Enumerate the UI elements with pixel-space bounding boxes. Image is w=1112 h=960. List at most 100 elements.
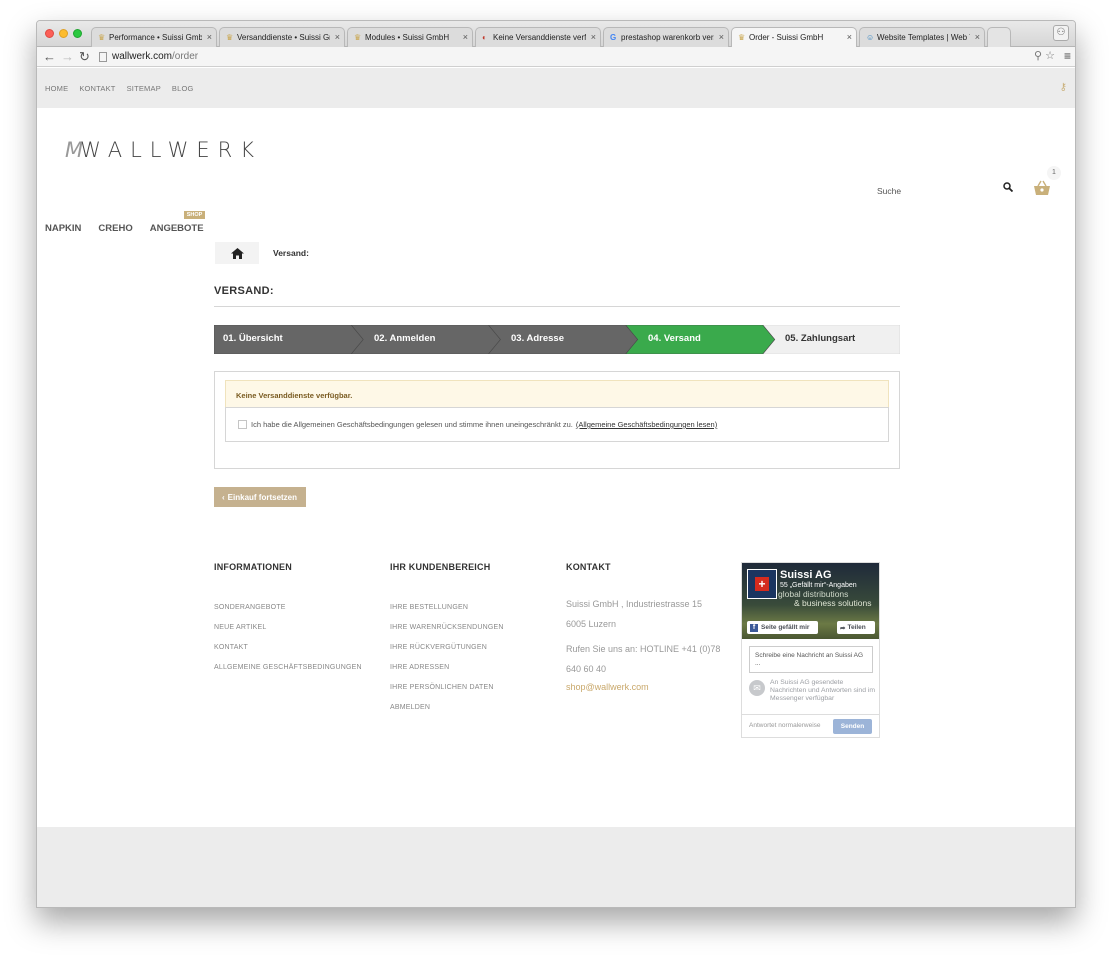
browser-tab[interactable]: ☺Website Templates | Web Templates× (859, 27, 985, 47)
footer-link[interactable]: IHRE RÜCKVERGÜTUNGEN (390, 638, 504, 658)
tab-close-icon[interactable]: × (975, 32, 980, 42)
close-window-button[interactable] (45, 29, 54, 38)
profile-icon[interactable]: ⚇ (1053, 25, 1069, 41)
tab-close-icon[interactable]: × (463, 32, 468, 42)
menu-icon[interactable]: ≡ (1064, 49, 1071, 63)
search-icon[interactable] (1003, 182, 1013, 192)
contact-address-line1: Suissi GmbH , Industriestrasse 15 (566, 599, 703, 609)
home-icon (230, 247, 244, 259)
facebook-send-button[interactable]: Senden (833, 719, 872, 734)
facebook-cover[interactable]: + Suissi AG 55 „Gefällt mir“-Angaben glo… (742, 563, 879, 639)
footer-link[interactable]: ALLGEMEINE GESCHÄFTSBEDINGUNGEN (214, 658, 362, 678)
page-title: VERSAND: (214, 285, 900, 307)
maximize-window-button[interactable] (73, 29, 82, 38)
url-host: wallwerk.com (112, 51, 173, 62)
breadcrumb-current: Versand: (273, 248, 309, 258)
reload-icon[interactable]: ↻ (79, 49, 90, 64)
contact-email-link[interactable]: shop@wallwerk.com (566, 682, 720, 692)
google-favicon-icon: G (610, 32, 617, 42)
site-favicon-icon: ♛ (738, 32, 746, 42)
site-logo[interactable]: MWALLWERK (65, 138, 262, 162)
cart-basket-icon[interactable] (1033, 180, 1051, 196)
facebook-like-label: Seite gefällt mir (761, 624, 810, 631)
site-favicon-icon: ♛ (98, 32, 106, 42)
footer-contact-title: KONTAKT (566, 562, 611, 572)
key-icon[interactable]: ⚷ (1060, 82, 1067, 93)
footer-account-title: IHR KUNDENBEREICH (390, 562, 491, 572)
topnav-home[interactable]: HOME (45, 84, 68, 93)
facebook-icon: f (750, 623, 758, 632)
footer-link[interactable]: NEUE ARTIKEL (214, 618, 362, 638)
browser-window: ♛ Performance • Suissi GmbH × ♛ Versanddien… (36, 20, 1076, 908)
top-navigation: HOME KONTAKT SITEMAP BLOG ⚷ (37, 68, 1075, 108)
web-page: HOME KONTAKT SITEMAP BLOG ⚷ MWALLWERK Su… (37, 68, 1075, 907)
facebook-reply-input[interactable]: Antwortet normalerweise (749, 722, 821, 729)
messenger-icon: ✉ (749, 680, 765, 696)
breadcrumb-home[interactable] (215, 242, 259, 264)
search-input[interactable]: Suche (877, 186, 901, 196)
facebook-reply-row: Antwortet normalerweise Senden (742, 714, 879, 738)
tab-close-icon[interactable]: × (719, 32, 724, 42)
facebook-like-button[interactable]: f Seite gefällt mir (747, 621, 818, 634)
browser-tab[interactable]: Gprestashop warenkorb versand× (603, 27, 729, 47)
step-address[interactable]: 03. Adresse (511, 333, 564, 344)
facebook-message-input[interactable]: Schreibe eine Nachricht an Suissi AG ... (749, 646, 873, 673)
footer-link[interactable]: IHRE ADRESSEN (390, 658, 504, 678)
checkout-steps: 01. Übersicht 02. Anmelden 03. Adresse 0… (214, 325, 900, 354)
facebook-share-button[interactable]: ➦ Teilen (837, 621, 875, 634)
browser-tab-active[interactable]: ♛ Order - Suissi GmbH × (731, 27, 857, 47)
share-arrow-icon: ➦ (840, 624, 846, 632)
zoom-star-icons[interactable]: ⚲ ☆ (1034, 49, 1055, 62)
topnav-blog[interactable]: BLOG (172, 84, 194, 93)
contact-phone-line2: 640 60 40 (566, 664, 607, 674)
tab-close-icon[interactable]: × (207, 32, 212, 42)
facebook-page-widget: + Suissi AG 55 „Gefällt mir“-Angaben glo… (741, 562, 880, 738)
logo-mark: M (65, 138, 83, 162)
forward-arrow-icon[interactable]: → (61, 49, 74, 64)
tab-close-icon[interactable]: × (335, 32, 340, 42)
step-login[interactable]: 02. Anmelden (374, 333, 435, 344)
browser-tab[interactable]: ◐Keine Versanddienste verfügbar× (475, 27, 601, 47)
minimize-window-button[interactable] (59, 29, 68, 38)
footer-account: IHR KUNDENBEREICH IHRE BESTELLUNGEN IHRE… (390, 562, 504, 718)
footer-bottom-band (37, 827, 1075, 907)
mainnav-angebote-label: ANGEBOTE (149, 223, 204, 234)
topnav-sitemap[interactable]: SITEMAP (127, 84, 161, 93)
footer-link[interactable]: IHRE BESTELLUNGEN (390, 598, 504, 618)
footer-link[interactable]: KONTAKT (214, 638, 362, 658)
footer-link[interactable]: IHRE WARENRÜCKSENDUNGEN (390, 618, 504, 638)
footer-info-title: INFORMATIONEN (214, 562, 292, 572)
step-shipping: 04. Versand (648, 333, 701, 344)
back-arrow-icon[interactable]: ← (43, 49, 56, 64)
facebook-page-name[interactable]: Suissi AG (780, 569, 832, 581)
browser-tab[interactable]: ♛ Modules • Suissi GmbH × (347, 27, 473, 47)
contact-address-line2: 6005 Luzern (566, 619, 617, 629)
tab-close-icon[interactable]: × (591, 32, 596, 42)
mainnav-napkin[interactable]: NAPKIN (45, 223, 81, 234)
swiss-flag-logo: + (747, 569, 777, 599)
continue-shopping-button[interactable]: ‹ Einkauf fortsetzen (214, 487, 306, 507)
messenger-note: An Suissi AG gesendete Nachrichten und A… (770, 679, 876, 702)
footer-link[interactable]: IHRE PERSÖNLICHEN DATEN (390, 678, 504, 698)
main-navigation: NAPKIN CREHO ANGEBOTE SHOP (45, 211, 221, 234)
footer-link[interactable]: SONDERANGEBOTE (214, 598, 362, 618)
facebook-likes: 55 „Gefällt mir“-Angaben (780, 582, 857, 589)
topnav-kontakt[interactable]: KONTAKT (79, 84, 115, 93)
new-tab-button[interactable] (987, 27, 1011, 47)
footer-info: INFORMATIONEN SONDERANGEBOTE NEUE ARTIKE… (214, 562, 362, 678)
logo-text: WALLWERK (80, 138, 262, 162)
facebook-share-label: Teilen (847, 624, 866, 631)
url-path: /order (172, 51, 199, 62)
browser-titlebar: ♛ Performance • Suissi GmbH × ♛ Versanddien… (37, 21, 1075, 47)
step-overview[interactable]: 01. Übersicht (223, 333, 283, 344)
terms-checkbox[interactable] (238, 420, 247, 429)
tab-close-icon[interactable]: × (847, 32, 852, 42)
mainnav-creho[interactable]: CREHO (98, 223, 132, 234)
cart-count-badge: 1 (1047, 166, 1061, 180)
browser-tab[interactable]: ♛ Performance • Suissi GmbH × (91, 27, 217, 47)
footer-link[interactable]: ABMELDEN (390, 698, 504, 718)
terms-link[interactable]: (Allgemeine Geschäftsbedingungen lesen) (576, 420, 717, 429)
mainnav-angebote[interactable]: ANGEBOTE SHOP (149, 211, 206, 234)
address-bar[interactable]: wallwerk.com/order (99, 49, 1053, 65)
browser-tab[interactable]: ♛Versanddienste • Suissi GmbH× (219, 27, 345, 47)
